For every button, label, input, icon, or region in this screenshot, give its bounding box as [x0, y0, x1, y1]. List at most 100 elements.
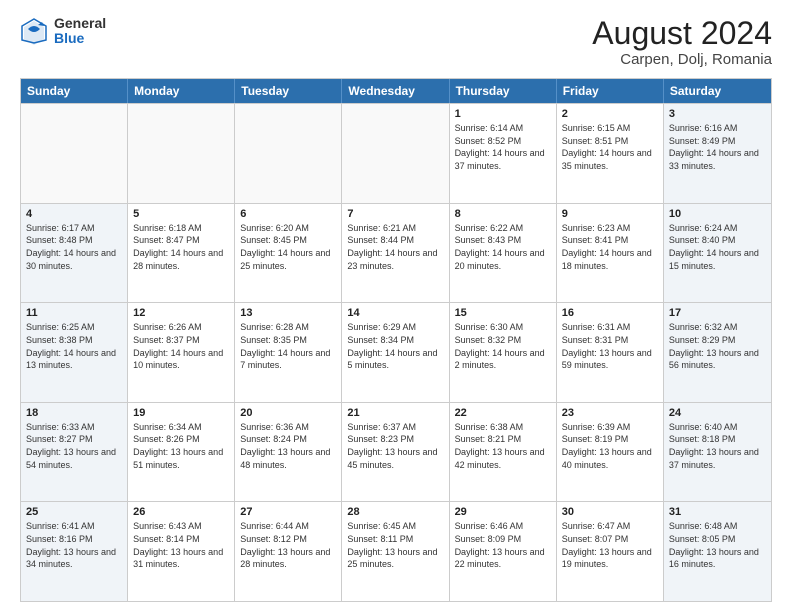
day-number: 10 — [669, 208, 766, 220]
cell-info: Sunrise: 6:40 AM Sunset: 8:18 PM Dayligh… — [669, 421, 766, 471]
cell-info: Sunrise: 6:29 AM Sunset: 8:34 PM Dayligh… — [347, 321, 443, 371]
cal-cell: 19 Sunrise: 6:34 AM Sunset: 8:26 PM Dayli… — [128, 403, 235, 502]
cal-cell: 9 Sunrise: 6:23 AM Sunset: 8:41 PM Daylig… — [557, 204, 664, 303]
day-number: 30 — [562, 506, 658, 518]
logo: General Blue — [20, 16, 106, 47]
day-number: 3 — [669, 108, 766, 120]
cal-cell: 21Sunrise: 6:37 AM Sunset: 8:23 PM Dayli… — [342, 403, 449, 502]
cal-cell: 16 Sunrise: 6:31 AM Sunset: 8:31 PM Dayli… — [557, 303, 664, 402]
cell-info: Sunrise: 6:43 AM Sunset: 8:14 PM Dayligh… — [133, 520, 229, 570]
cal-row: 4 Sunrise: 6:17 AM Sunset: 8:48 PM Daylig… — [21, 203, 771, 303]
cal-cell: 15 Sunrise: 6:30 AM Sunset: 8:32 PM Dayli… — [450, 303, 557, 402]
cal-header-cell: Wednesday — [342, 79, 449, 103]
day-number: 7 — [347, 208, 443, 220]
day-number: 22 — [455, 407, 551, 419]
cell-info: Sunrise: 6:26 AM Sunset: 8:37 PM Dayligh… — [133, 321, 229, 371]
cell-info: Sunrise: 6:31 AM Sunset: 8:31 PM Dayligh… — [562, 321, 658, 371]
day-number: 24 — [669, 407, 766, 419]
day-number: 19 — [133, 407, 229, 419]
cal-cell: 4 Sunrise: 6:17 AM Sunset: 8:48 PM Daylig… — [21, 204, 128, 303]
cell-info: Sunrise: 6:30 AM Sunset: 8:32 PM Dayligh… — [455, 321, 551, 371]
cell-info: Sunrise: 6:41 AM Sunset: 8:16 PM Dayligh… — [26, 520, 122, 570]
cal-cell: 23Sunrise: 6:39 AM Sunset: 8:19 PM Dayli… — [557, 403, 664, 502]
cal-cell — [21, 104, 128, 203]
cell-info: Sunrise: 6:38 AM Sunset: 8:21 PM Dayligh… — [455, 421, 551, 471]
cell-info: Sunrise: 6:47 AM Sunset: 8:07 PM Dayligh… — [562, 520, 658, 570]
cal-header-cell: Tuesday — [235, 79, 342, 103]
day-number: 21 — [347, 407, 443, 419]
day-number: 12 — [133, 307, 229, 319]
cal-cell: 26 Sunrise: 6:43 AM Sunset: 8:14 PM Dayli… — [128, 502, 235, 601]
cell-info: Sunrise: 6:22 AM Sunset: 8:43 PM Dayligh… — [455, 222, 551, 272]
calendar: SundayMondayTuesdayWednesdayThursdayFrid… — [20, 78, 772, 602]
cell-info: Sunrise: 6:25 AM Sunset: 8:38 PM Dayligh… — [26, 321, 122, 371]
day-number: 14 — [347, 307, 443, 319]
cal-cell: 8 Sunrise: 6:22 AM Sunset: 8:43 PM Daylig… — [450, 204, 557, 303]
day-number: 17 — [669, 307, 766, 319]
cal-header-cell: Thursday — [450, 79, 557, 103]
cell-info: Sunrise: 6:21 AM Sunset: 8:44 PM Dayligh… — [347, 222, 443, 272]
day-number: 16 — [562, 307, 658, 319]
cal-cell: 30 Sunrise: 6:47 AM Sunset: 8:07 PM Dayli… — [557, 502, 664, 601]
day-number: 9 — [562, 208, 658, 220]
cal-cell: 12 Sunrise: 6:26 AM Sunset: 8:37 PM Dayli… — [128, 303, 235, 402]
cell-info: Sunrise: 6:34 AM Sunset: 8:26 PM Dayligh… — [133, 421, 229, 471]
cell-info: Sunrise: 6:33 AM Sunset: 8:27 PM Dayligh… — [26, 421, 122, 471]
day-number: 20 — [240, 407, 336, 419]
cell-info: Sunrise: 6:36 AM Sunset: 8:24 PM Dayligh… — [240, 421, 336, 471]
cal-cell: 31 Sunrise: 6:48 AM Sunset: 8:05 PM Dayli… — [664, 502, 771, 601]
cal-cell: 13 Sunrise: 6:28 AM Sunset: 8:35 PM Dayli… — [235, 303, 342, 402]
cell-info: Sunrise: 6:24 AM Sunset: 8:40 PM Dayligh… — [669, 222, 766, 272]
cell-info: Sunrise: 6:14 AM Sunset: 8:52 PM Dayligh… — [455, 122, 551, 172]
cell-info: Sunrise: 6:48 AM Sunset: 8:05 PM Dayligh… — [669, 520, 766, 570]
day-number: 4 — [26, 208, 122, 220]
cal-header-cell: Friday — [557, 79, 664, 103]
logo-text: General Blue — [54, 16, 106, 47]
cal-row: 1Sunrise: 6:14 AM Sunset: 8:52 PM Daylig… — [21, 103, 771, 203]
cal-row: 18Sunrise: 6:33 AM Sunset: 8:27 PM Dayli… — [21, 402, 771, 502]
cal-cell: 3 Sunrise: 6:16 AM Sunset: 8:49 PM Daylig… — [664, 104, 771, 203]
cal-cell: 11Sunrise: 6:25 AM Sunset: 8:38 PM Dayli… — [21, 303, 128, 402]
cal-header-cell: Sunday — [21, 79, 128, 103]
day-number: 23 — [562, 407, 658, 419]
cal-cell: 14 Sunrise: 6:29 AM Sunset: 8:34 PM Dayli… — [342, 303, 449, 402]
day-number: 26 — [133, 506, 229, 518]
title-block: August 2024 Carpen, Dolj, Romania — [592, 16, 772, 68]
calendar-header: SundayMondayTuesdayWednesdayThursdayFrid… — [21, 79, 771, 103]
day-number: 31 — [669, 506, 766, 518]
cell-info: Sunrise: 6:23 AM Sunset: 8:41 PM Dayligh… — [562, 222, 658, 272]
day-number: 2 — [562, 108, 658, 120]
cal-cell: 24 Sunrise: 6:40 AM Sunset: 8:18 PM Dayli… — [664, 403, 771, 502]
cal-cell: 17Sunrise: 6:32 AM Sunset: 8:29 PM Dayli… — [664, 303, 771, 402]
cal-cell: 22 Sunrise: 6:38 AM Sunset: 8:21 PM Dayli… — [450, 403, 557, 502]
cal-row: 11Sunrise: 6:25 AM Sunset: 8:38 PM Dayli… — [21, 302, 771, 402]
cell-info: Sunrise: 6:16 AM Sunset: 8:49 PM Dayligh… — [669, 122, 766, 172]
header: General Blue August 2024 Carpen, Dolj, R… — [20, 16, 772, 68]
cal-cell: 2 Sunrise: 6:15 AM Sunset: 8:51 PM Daylig… — [557, 104, 664, 203]
day-number: 13 — [240, 307, 336, 319]
logo-blue-text: Blue — [54, 31, 106, 46]
main-title: August 2024 — [592, 16, 772, 51]
cell-info: Sunrise: 6:45 AM Sunset: 8:11 PM Dayligh… — [347, 520, 443, 570]
day-number: 29 — [455, 506, 551, 518]
cell-info: Sunrise: 6:17 AM Sunset: 8:48 PM Dayligh… — [26, 222, 122, 272]
cell-info: Sunrise: 6:44 AM Sunset: 8:12 PM Dayligh… — [240, 520, 336, 570]
day-number: 25 — [26, 506, 122, 518]
day-number: 15 — [455, 307, 551, 319]
subtitle: Carpen, Dolj, Romania — [592, 51, 772, 68]
cell-info: Sunrise: 6:20 AM Sunset: 8:45 PM Dayligh… — [240, 222, 336, 272]
cal-cell: 20 Sunrise: 6:36 AM Sunset: 8:24 PM Dayli… — [235, 403, 342, 502]
cell-info: Sunrise: 6:15 AM Sunset: 8:51 PM Dayligh… — [562, 122, 658, 172]
logo-icon — [20, 17, 48, 45]
cal-cell: 29Sunrise: 6:46 AM Sunset: 8:09 PM Dayli… — [450, 502, 557, 601]
cell-info: Sunrise: 6:28 AM Sunset: 8:35 PM Dayligh… — [240, 321, 336, 371]
cell-info: Sunrise: 6:18 AM Sunset: 8:47 PM Dayligh… — [133, 222, 229, 272]
cal-cell — [235, 104, 342, 203]
cal-cell: 10 Sunrise: 6:24 AM Sunset: 8:40 PM Dayli… — [664, 204, 771, 303]
day-number: 8 — [455, 208, 551, 220]
cal-header-cell: Saturday — [664, 79, 771, 103]
cal-cell: 5Sunrise: 6:18 AM Sunset: 8:47 PM Daylig… — [128, 204, 235, 303]
cal-cell: 28 Sunrise: 6:45 AM Sunset: 8:11 PM Dayli… — [342, 502, 449, 601]
day-number: 28 — [347, 506, 443, 518]
cal-row: 25 Sunrise: 6:41 AM Sunset: 8:16 PM Dayli… — [21, 501, 771, 601]
